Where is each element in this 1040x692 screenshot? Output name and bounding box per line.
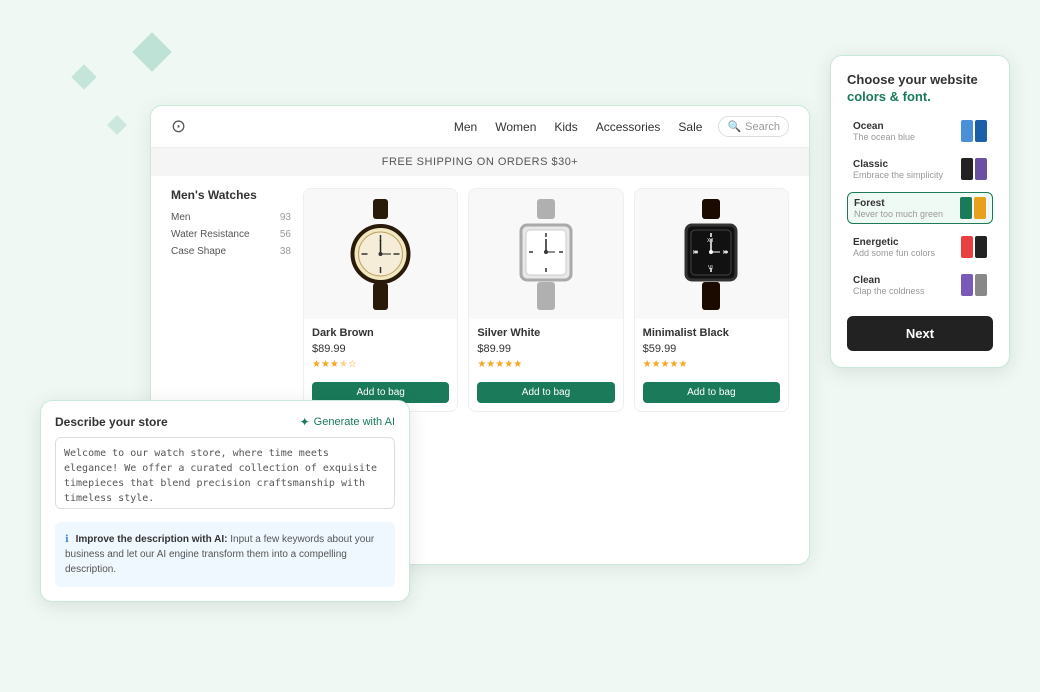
watch-square-silver-svg [511,197,581,312]
filter-men-label: Men [171,212,190,223]
color-swatch [975,274,987,296]
product-img-3: XII IX III VI [635,189,788,319]
describe-store-panel: Describe your store ✦ Generate with AI ℹ… [40,400,410,602]
color-name-4: Clean [853,275,961,286]
svg-text:VI: VI [708,265,713,271]
color-swatch [974,197,986,219]
product-info-1: Dark Brown $89.99 ★★★★☆ [304,319,457,378]
product-card-1: Dark Brown $89.99 ★★★★☆ Add to bag [303,188,458,412]
product-stars-3: ★★★★★ [643,359,780,370]
product-price-1: $89.99 [312,343,449,355]
decorative-diamond-3 [107,115,127,135]
color-options-list: OceanThe ocean blue ClassicEmbrace the si… [847,116,993,300]
color-option-energetic[interactable]: EnergeticAdd some fun colors [847,232,993,262]
product-name-2: Silver White [477,327,614,339]
describe-header: Describe your store ✦ Generate with AI [55,415,395,429]
generate-ai-button[interactable]: ✦ Generate with AI [300,415,395,429]
promo-banner: FREE SHIPPING ON ORDERS $30+ [151,148,809,176]
info-icon: ℹ [65,534,69,545]
color-swatch [960,197,972,219]
product-name-3: Minimalist Black [643,327,780,339]
decorative-diamond-1 [132,32,172,72]
filter-men[interactable]: Men 93 [171,212,291,223]
filter-case[interactable]: Case Shape 38 [171,246,291,257]
color-desc-0: The ocean blue [853,132,961,142]
color-swatch [961,236,973,258]
product-name-1: Dark Brown [312,327,449,339]
svg-text:XII: XII [707,238,713,244]
color-swatch [975,120,987,142]
search-icon: 🔍 [727,120,741,133]
color-name-3: Energetic [853,237,961,248]
product-price-3: $59.99 [643,343,780,355]
color-option-forest[interactable]: ForestNever too much green [847,192,993,224]
improve-ai-box: ℹ Improve the description with AI: Input… [55,522,395,587]
filter-water-count: 56 [280,229,291,240]
describe-textarea[interactable] [55,437,395,509]
color-name-2: Forest [854,198,960,209]
watch-square-black-svg: XII IX III VI [676,197,746,312]
filter-case-count: 38 [280,246,291,257]
product-info-3: Minimalist Black $59.99 ★★★★★ [635,319,788,378]
color-name-1: Classic [853,159,961,170]
add-to-bag-3[interactable]: Add to bag [643,382,780,403]
color-option-ocean[interactable]: OceanThe ocean blue [847,116,993,146]
sidebar-title: Men's Watches [171,188,291,202]
color-option-classic[interactable]: ClassicEmbrace the simplicity [847,154,993,184]
colors-panel-subtitle: colors & font. [847,89,993,104]
color-swatch [975,158,987,180]
color-option-clean[interactable]: CleanClap the coldness [847,270,993,300]
next-button[interactable]: Next [847,316,993,351]
products-grid: Dark Brown $89.99 ★★★★☆ Add to bag [303,188,789,412]
svg-text:III: III [723,250,727,256]
nav-kids[interactable]: Kids [554,120,577,134]
color-name-0: Ocean [853,121,961,132]
nav-men[interactable]: Men [454,120,477,134]
sidebar-filter: Men's Watches Men 93 Water Resistance 56… [171,188,291,412]
colors-panel-title: Choose your website [847,72,993,87]
product-info-2: Silver White $89.99 ★★★★★ [469,319,622,378]
product-card-3: XII IX III VI Minimalist Black $59.99 [634,188,789,412]
site-nav: ⊙ Men Women Kids Accessories Sale 🔍 Sear… [151,106,809,148]
color-swatch [961,158,973,180]
filter-water[interactable]: Water Resistance 56 [171,229,291,240]
add-to-bag-2[interactable]: Add to bag [477,382,614,403]
nav-women[interactable]: Women [495,120,536,134]
generate-ai-label: Generate with AI [314,416,395,428]
site-logo: ⊙ [171,116,186,137]
color-desc-3: Add some fun colors [853,248,961,258]
site-search[interactable]: 🔍 Search [718,116,789,137]
decorative-diamond-2 [71,64,96,89]
colors-font-panel: Choose your website colors & font. Ocean… [830,55,1010,368]
product-price-2: $89.99 [477,343,614,355]
color-swatch [961,274,973,296]
color-desc-4: Clap the coldness [853,286,961,296]
search-text: Search [745,121,780,133]
filter-case-label: Case Shape [171,246,226,257]
filter-water-label: Water Resistance [171,229,250,240]
products-area: Men's Watches Men 93 Water Resistance 56… [151,176,809,424]
product-stars-2: ★★★★★ [477,359,614,370]
color-swatch [975,236,987,258]
color-swatch [961,120,973,142]
product-img-2 [469,189,622,319]
color-desc-1: Embrace the simplicity [853,170,961,180]
product-img-1 [304,189,457,319]
nav-accessories[interactable]: Accessories [596,120,661,134]
product-card-2: Silver White $89.99 ★★★★★ Add to bag [468,188,623,412]
site-nav-links: Men Women Kids Accessories Sale [454,120,703,134]
svg-text:IX: IX [693,250,698,256]
improve-title: Improve the description with AI: [76,534,228,545]
describe-title: Describe your store [55,415,168,429]
ai-sparkle-icon: ✦ [300,415,310,429]
color-desc-2: Never too much green [854,209,960,219]
nav-sale[interactable]: Sale [678,120,702,134]
watch-round-svg [343,197,418,312]
filter-men-count: 93 [280,212,291,223]
product-stars-1: ★★★★☆ [312,359,449,370]
